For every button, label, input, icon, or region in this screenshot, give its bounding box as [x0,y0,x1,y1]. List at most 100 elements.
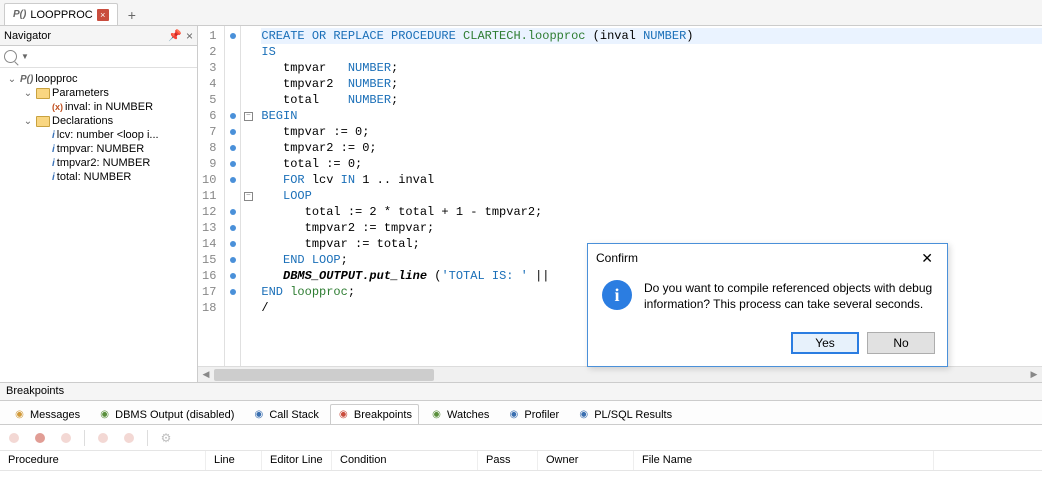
tree-node-param[interactable]: (x) inval: in NUMBER [0,100,197,114]
column-header[interactable]: Pass [478,451,538,470]
folder-icon [36,88,50,99]
variable-icon: i [52,130,55,141]
file-tab-bar: P() LOOPPROC × + [0,0,1042,26]
expander-icon[interactable]: ⌄ [6,74,18,85]
breakpoint-marker-icon[interactable] [230,289,236,295]
breakpoint-marker-icon[interactable] [230,273,236,279]
bottom-tab-label: Call Stack [269,409,319,421]
settings-button[interactable]: ⚙ [158,430,174,446]
tree-node-label: inval: in NUMBER [65,101,153,113]
tree-node-label: tmpvar2: NUMBER [57,157,151,169]
bottom-tab-label: Breakpoints [354,409,412,421]
tree-node-var[interactable]: i lcv: number <loop i... [0,128,197,142]
tree-node-label: tmpvar: NUMBER [57,143,144,155]
bottom-tab[interactable]: ◉ Messages [6,404,87,424]
i-sql-icon: ◉ [577,408,590,421]
tree-node-declarations[interactable]: ⌄ Declarations [0,114,197,128]
breakpoints-table-body [0,471,1042,493]
bottom-tab-strip: ◉Messages◉DBMS Output (disabled)◉Call St… [0,401,1042,425]
breakpoint-marker-icon[interactable] [230,113,236,119]
tree-node-label: total: NUMBER [57,171,132,183]
close-icon[interactable]: × [97,9,109,21]
column-header[interactable]: Editor Line [262,451,332,470]
expander-icon[interactable]: ⌄ [22,116,34,127]
breakpoints-title: Breakpoints [0,383,1042,401]
close-icon[interactable]: ✕ [915,248,939,269]
disable-breakpoint-button[interactable] [58,430,74,446]
breakpoint-marker-icon[interactable] [230,161,236,167]
tree-node-var[interactable]: i total: NUMBER [0,170,197,184]
breakpoint-marker-icon[interactable] [230,33,236,39]
breakpoints-table-header: ProcedureLineEditor LineConditionPassOwn… [0,451,1042,471]
toolbar-divider [147,430,148,446]
folder-icon [36,116,50,127]
column-header[interactable]: Condition [332,451,478,470]
navigator-toolbar: ▼ [0,46,197,68]
add-breakpoint-button[interactable] [6,430,22,446]
expander-icon[interactable]: ⌄ [22,88,34,99]
tree-node-label: Parameters [52,87,109,99]
bottom-tab[interactable]: ◉ DBMS Output (disabled) [91,404,241,424]
breakpoint-marker-icon[interactable] [230,241,236,247]
bottom-tab[interactable]: ◉ Profiler [500,404,566,424]
breakpoint-marker-icon[interactable] [230,209,236,215]
marker-gutter[interactable] [225,26,241,366]
enable-all-button[interactable] [95,430,111,446]
bottom-tab-label: Profiler [524,409,559,421]
column-header[interactable]: Procedure [0,451,206,470]
line-number-gutter[interactable]: 123456789101112131415161718 [198,26,225,366]
dialog-titlebar[interactable]: Confirm ✕ [588,244,947,272]
bottom-tab-label: Watches [447,409,489,421]
column-header[interactable]: Owner [538,451,634,470]
dialog-title-text: Confirm [596,251,638,265]
bottom-tab[interactable]: ◉Call Stack [245,404,326,424]
fold-toggle-icon[interactable]: − [244,112,253,121]
remove-breakpoint-button[interactable] [32,430,48,446]
pin-icon[interactable]: 📌 [168,29,182,42]
i-prof-icon: ◉ [507,408,520,421]
bottom-tab[interactable]: ◉ PL/SQL Results [570,404,679,424]
bottom-tab[interactable]: ◉ Breakpoints [330,404,419,424]
fold-toggle-icon[interactable]: − [244,192,253,201]
column-header[interactable]: Line [206,451,262,470]
i-out-icon: ◉ [98,408,111,421]
tree-node-var[interactable]: i tmpvar: NUMBER [0,142,197,156]
no-button[interactable]: No [867,332,935,354]
new-tab-button[interactable]: + [120,5,144,25]
scroll-right-icon[interactable]: ▶ [1026,367,1042,383]
i-watch-icon: ◉ [430,408,443,421]
horizontal-scrollbar[interactable]: ◀ ▶ [198,366,1042,382]
tree-node-var[interactable]: i tmpvar2: NUMBER [0,156,197,170]
breakpoint-marker-icon[interactable] [230,177,236,183]
bottom-tab-label: DBMS Output (disabled) [115,409,234,421]
scroll-left-icon[interactable]: ◀ [198,367,214,383]
fold-gutter[interactable]: −− [241,26,255,366]
disable-all-button[interactable] [121,430,137,446]
breakpoints-panel: Breakpoints ◉ Messages ◉ DBMS Output (disab… [0,382,1042,493]
dialog-message: Do you want to compile referenced object… [644,280,933,312]
tree-node-parameters[interactable]: ⌄ Parameters [0,86,197,100]
breakpoint-marker-icon[interactable] [230,129,236,135]
scrollbar-thumb[interactable] [214,369,434,381]
breakpoint-marker-icon[interactable] [230,257,236,263]
variable-icon: i [52,172,55,183]
info-icon: i [602,280,632,310]
column-header[interactable]: File Name [634,451,934,470]
breakpoint-marker-icon[interactable] [230,145,236,151]
breakpoint-marker-icon[interactable] [230,225,236,231]
variable-icon: i [52,144,55,155]
chevron-down-icon[interactable]: ▼ [21,52,29,61]
navigator-title: Navigator [4,30,51,42]
i-msg-icon: ◉ [13,408,26,421]
tree-node-label: loopproc [35,73,77,85]
i-bp-icon: ◉ [337,408,350,421]
tree-node-root[interactable]: ⌄ P() loopproc [0,72,197,86]
bottom-tab[interactable]: ◉ Watches [423,404,496,424]
breakpoints-toolbar: ⚙ [0,425,1042,451]
yes-button[interactable]: Yes [791,332,859,354]
bottom-tab-label: Messages [30,409,80,421]
file-tab-loopproc[interactable]: P() LOOPPROC × [4,3,118,25]
search-icon[interactable] [4,50,17,63]
bottom-tab-label: PL/SQL Results [594,409,672,421]
close-icon[interactable]: × [186,29,193,43]
